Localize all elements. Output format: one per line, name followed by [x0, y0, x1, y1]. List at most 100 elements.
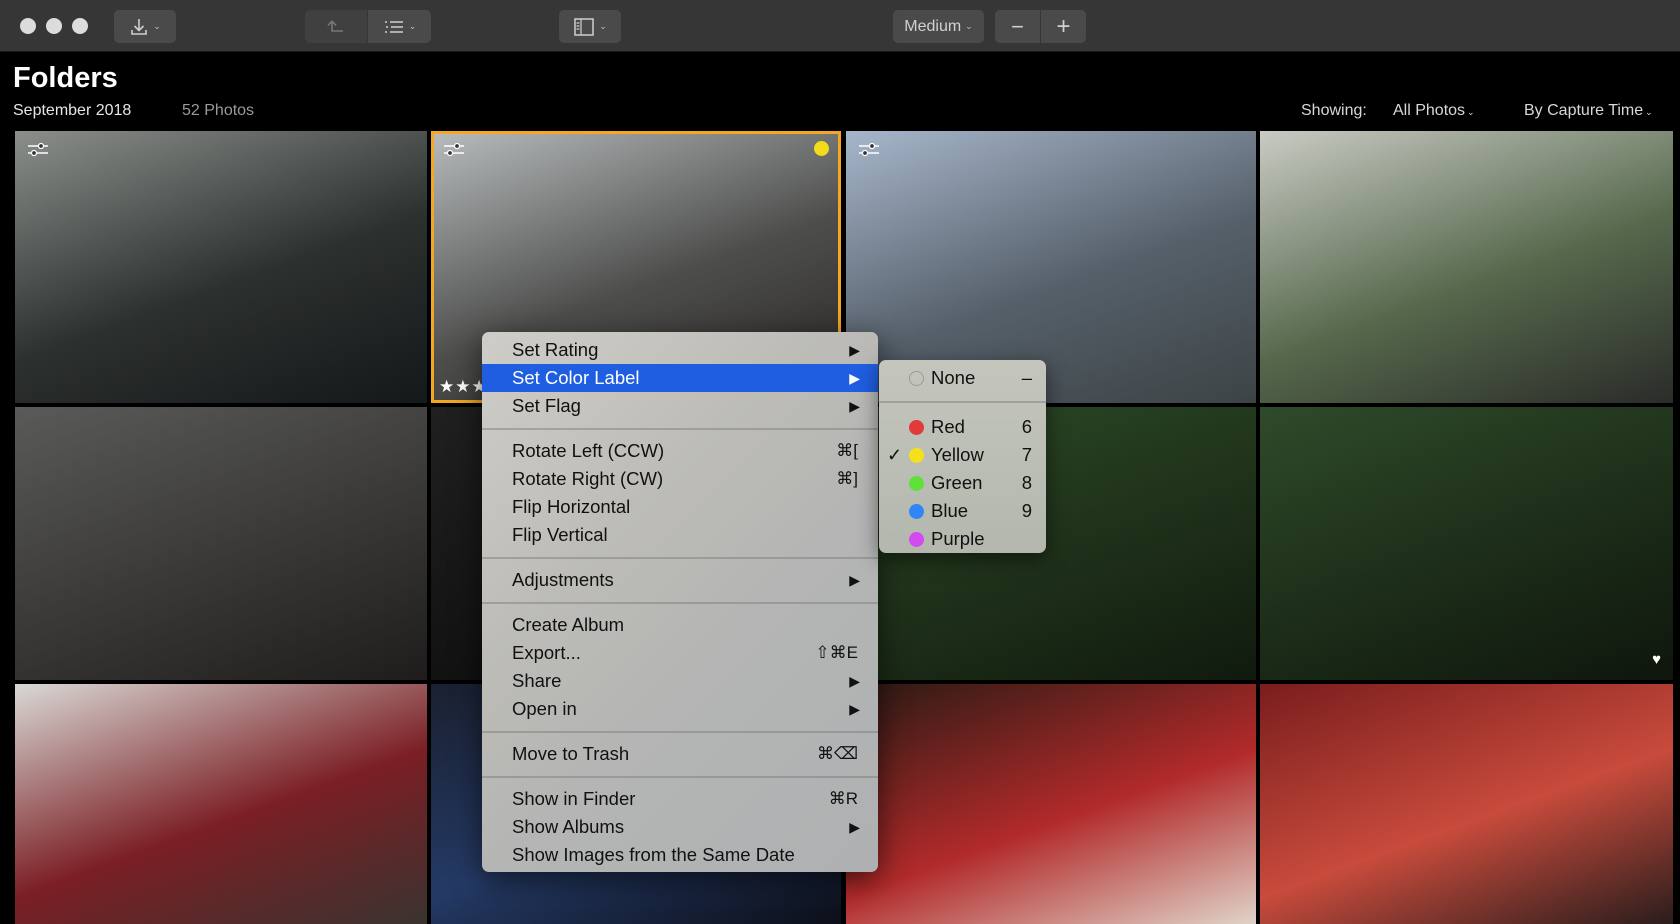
color-swatch-icon [909, 420, 924, 435]
menu-item-label: Move to Trash [512, 743, 630, 764]
shortcut-label: – [1021, 367, 1032, 388]
adjustments-sliders-icon [443, 141, 465, 159]
menu-item-share[interactable]: Share ▶ [482, 667, 878, 695]
menu-item-rotate-right-cw[interactable]: Rotate Right (CW) ⌘] [482, 465, 878, 493]
photo-thumbnail[interactable] [15, 684, 427, 924]
menu-item-export[interactable]: Export... ⇧⌘E [482, 639, 878, 667]
zoom-window-button[interactable] [72, 18, 88, 34]
menu-item-move-to-trash[interactable]: Move to Trash ⌘⌫ [482, 740, 878, 768]
star-rating: ★★★ [439, 377, 488, 396]
color-label-purple[interactable]: Purple [879, 525, 1046, 553]
menu-separator [482, 776, 878, 778]
zoom-group: − + [995, 10, 1086, 43]
menu-item-adjustments[interactable]: Adjustments ▶ [482, 566, 878, 594]
menu-item-set-color-label[interactable]: Set Color Label ▶ [482, 364, 878, 392]
chevron-down-icon: ⌄ [408, 21, 417, 31]
menu-item-label: Create Album [512, 614, 625, 635]
filter-select[interactable]: All Photos ⌄ [1393, 102, 1475, 120]
submenu-arrow-icon: ▶ [849, 819, 860, 835]
photo-thumbnail[interactable] [15, 407, 427, 680]
menu-item-show-images-from-the-same-date[interactable]: Show Images from the Same Date [482, 841, 878, 869]
import-button[interactable]: ⌄ [114, 10, 176, 43]
nav-group: ⌄ [305, 10, 431, 43]
showing-label: Showing: [1301, 102, 1367, 119]
photo-thumbnail[interactable] [15, 131, 427, 403]
photo-thumbnail[interactable] [846, 684, 1256, 924]
menu-item-label: Show in Finder [512, 788, 636, 809]
view-options-button[interactable]: ⌄ [368, 10, 431, 43]
back-arrow-icon [327, 19, 343, 32]
menu-separator [482, 602, 878, 604]
date-label: September 2018 [13, 102, 132, 119]
menu-item-create-album[interactable]: Create Album [482, 611, 878, 639]
checkmark-icon: ✓ [887, 445, 903, 465]
close-window-button[interactable] [20, 18, 36, 34]
sidebar-icon [574, 17, 594, 36]
color-label-submenu: None – Red 6 ✓ Yellow 7 Green 8 Blue 9 Purple [879, 360, 1046, 553]
menu-item-show-in-finder[interactable]: Show in Finder ⌘R [482, 785, 878, 813]
menu-item-set-rating[interactable]: Set Rating ▶ [482, 336, 878, 364]
context-menu: Set Rating ▶ Set Color Label ▶ Set Flag ▶ Rota… [482, 332, 878, 872]
chevron-down-icon: ⌄ [1467, 107, 1475, 117]
menu-item-set-flag[interactable]: Set Flag ▶ [482, 392, 878, 420]
menu-item-label: Show Albums [512, 816, 625, 837]
list-icon [384, 20, 403, 33]
shortcut-label: 6 [1021, 416, 1032, 437]
photo-thumbnail[interactable] [1260, 131, 1673, 403]
menu-separator [879, 401, 1046, 403]
submenu-arrow-icon: ▶ [849, 673, 860, 689]
submenu-arrow-icon: ▶ [849, 398, 860, 414]
back-button[interactable] [305, 10, 367, 43]
color-label-none[interactable]: None – [879, 364, 1046, 392]
color-label-green[interactable]: Green 8 [879, 469, 1046, 497]
menu-separator [482, 731, 878, 733]
photo-thumbnail[interactable] [1260, 684, 1673, 924]
menu-item-label: Set Flag [512, 395, 581, 416]
menu-item-show-albums[interactable]: Show Albums ▶ [482, 813, 878, 841]
chevron-down-icon: ⌄ [153, 21, 161, 31]
adjustments-sliders-icon [27, 141, 49, 159]
sort-value: By Capture Time [1524, 102, 1644, 119]
menu-item-label: None [931, 367, 976, 388]
menu-item-label: Flip Vertical [512, 524, 608, 545]
menu-item-rotate-left-ccw[interactable]: Rotate Left (CCW) ⌘[ [482, 437, 878, 465]
shortcut-label: ⇧⌘E [815, 643, 858, 662]
menu-item-label: Rotate Left (CCW) [512, 440, 665, 461]
thumbnail-size-value: Medium [904, 17, 962, 35]
sort-select[interactable]: By Capture Time ⌄ [1524, 102, 1653, 120]
color-swatch-icon [909, 532, 924, 547]
menu-item-label: Yellow [931, 444, 984, 465]
minimize-window-button[interactable] [46, 18, 62, 34]
color-label-yellow[interactable]: ✓ Yellow 7 [879, 441, 1046, 469]
menu-item-open-in[interactable]: Open in ▶ [482, 695, 878, 723]
shortcut-label: ⌘R [828, 789, 858, 808]
menu-item-label: Show Images from the Same Date [512, 844, 795, 865]
filter-value: All Photos [1393, 102, 1466, 119]
sidebar-toggle-button[interactable]: ⌄ [559, 10, 621, 43]
shortcut-label: 9 [1021, 500, 1032, 521]
menu-item-label: Set Color Label [512, 367, 640, 388]
photo-thumbnail[interactable]: ♥ [1260, 407, 1673, 680]
chevron-down-icon: ⌄ [1645, 107, 1653, 117]
zoom-out-button[interactable]: − [995, 10, 1040, 43]
color-label-red[interactable]: Red 6 [879, 413, 1046, 441]
menu-item-label: Set Rating [512, 339, 599, 360]
menu-separator [482, 428, 878, 430]
thumbnail-size-select[interactable]: Medium ⌄ [893, 10, 984, 43]
shortcut-label: 7 [1021, 444, 1032, 465]
color-label-blue[interactable]: Blue 9 [879, 497, 1046, 525]
menu-item-flip-vertical[interactable]: Flip Vertical [482, 521, 878, 549]
empty-circle-icon [909, 371, 924, 386]
zoom-in-button[interactable]: + [1041, 10, 1086, 43]
submenu-arrow-icon: ▶ [849, 701, 860, 717]
menu-item-label: Rotate Right (CW) [512, 468, 664, 489]
submenu-arrow-icon: ▶ [849, 572, 860, 588]
shortcut-label: 8 [1021, 472, 1032, 493]
menu-item-label: Open in [512, 698, 577, 719]
menu-item-flip-horizontal[interactable]: Flip Horizontal [482, 493, 878, 521]
chevron-down-icon: ⌄ [599, 21, 607, 31]
menu-item-label: Flip Horizontal [512, 496, 631, 517]
menu-item-label: Export... [512, 642, 581, 663]
menu-item-label: Purple [931, 528, 985, 549]
shortcut-label: ⌘[ [836, 441, 858, 460]
